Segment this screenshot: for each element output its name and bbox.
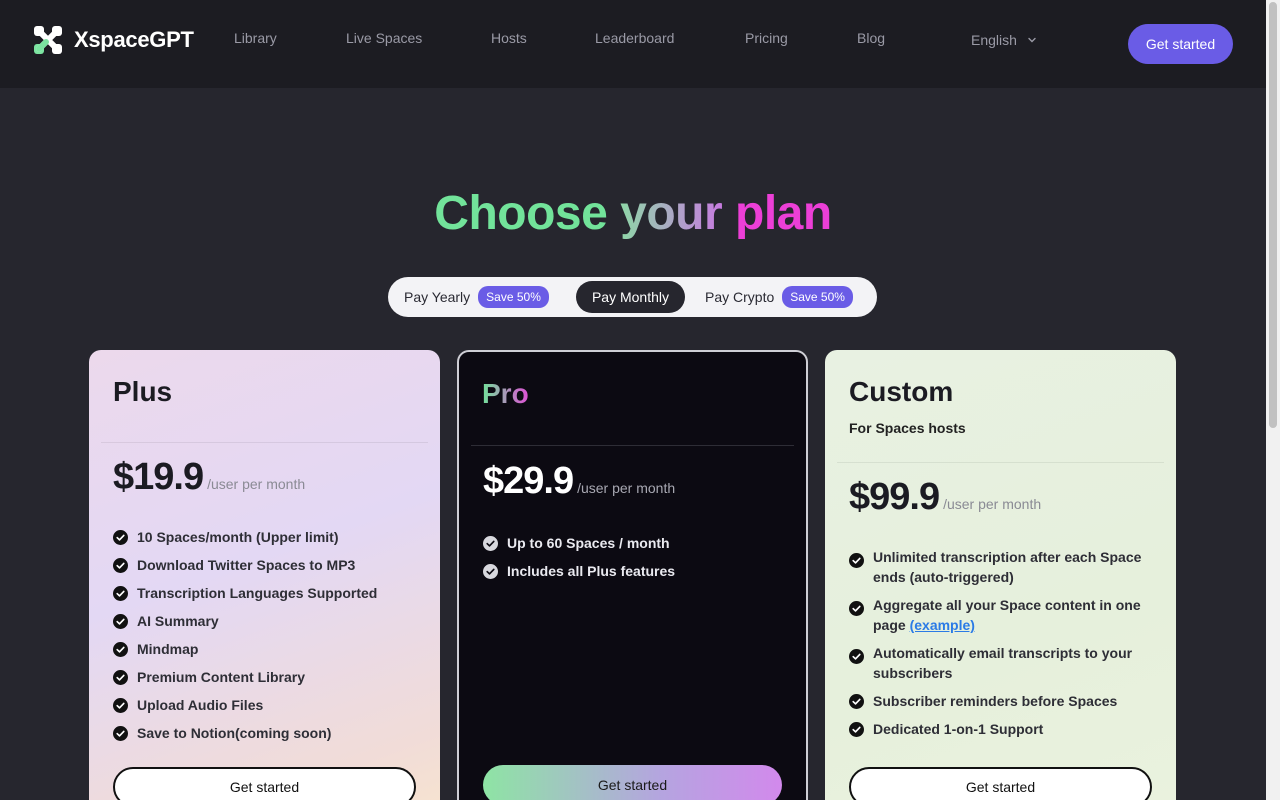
- feature-list: 10 Spaces/month (Upper limit) Download T…: [113, 527, 420, 751]
- pro-get-started-button[interactable]: Get started: [483, 765, 782, 800]
- feature-item: Premium Content Library: [113, 667, 420, 687]
- check-circle-icon: [849, 553, 864, 568]
- toggle-pay-crypto-label: Pay Crypto: [705, 289, 775, 305]
- chevron-down-icon: [1028, 37, 1036, 43]
- feature-item: Upload Audio Files: [113, 695, 420, 715]
- feature-text: Save to Notion(coming soon): [137, 725, 332, 741]
- feature-item: 10 Spaces/month (Upper limit): [113, 527, 420, 547]
- feature-item: Transcription Languages Supported: [113, 583, 420, 603]
- feature-text: Subscriber reminders before Spaces: [873, 693, 1118, 709]
- nav-live-spaces[interactable]: Live Spaces: [346, 30, 422, 46]
- title-word-choose: Choose: [434, 187, 608, 240]
- page-scrollbar-thumb[interactable]: [1269, 2, 1277, 428]
- nav-leaderboard[interactable]: Leaderboard: [595, 30, 674, 46]
- check-circle-icon: [113, 642, 128, 657]
- feature-list: Up to 60 Spaces / month Includes all Plu…: [483, 533, 786, 589]
- example-link[interactable]: (example): [910, 617, 975, 633]
- plan-name: Pro: [482, 378, 529, 409]
- feature-item: Subscriber reminders before Spaces: [849, 691, 1150, 711]
- nav-blog[interactable]: Blog: [857, 30, 885, 46]
- nav-library[interactable]: Library: [234, 30, 277, 46]
- card-divider: [837, 462, 1164, 463]
- check-circle-icon: [849, 649, 864, 664]
- title-word-plan: plan: [735, 187, 832, 240]
- check-circle-icon: [113, 726, 128, 741]
- header-get-started-button[interactable]: Get started: [1128, 24, 1233, 64]
- brand-logo[interactable]: XspaceGPT: [34, 26, 194, 54]
- feature-item: Mindmap: [113, 639, 420, 659]
- plan-name: Custom: [849, 376, 954, 407]
- toggle-pay-yearly-label: Pay Yearly: [404, 289, 471, 305]
- feature-item: Includes all Plus features: [483, 561, 786, 581]
- feature-text: 10 Spaces/month (Upper limit): [137, 529, 339, 545]
- billing-toggle: Pay Yearly Save 50% Pay Monthly Pay Cryp…: [388, 277, 877, 317]
- nav-hosts[interactable]: Hosts: [491, 30, 527, 46]
- card-divider: [471, 445, 794, 446]
- xspace-logo-icon: [34, 26, 62, 54]
- check-circle-icon: [849, 601, 864, 616]
- nav-pricing[interactable]: Pricing: [745, 30, 788, 46]
- check-circle-icon: [113, 698, 128, 713]
- feature-item: Dedicated 1-on-1 Support: [849, 719, 1150, 739]
- price-period: /user per month: [577, 480, 676, 496]
- feature-item: Download Twitter Spaces to MP3: [113, 555, 420, 575]
- check-circle-icon: [849, 722, 864, 737]
- language-label: English: [971, 32, 1017, 48]
- plan-card-custom: Custom For Spaces hosts $99.9 /user per …: [825, 350, 1176, 800]
- plan-name: Plus: [113, 376, 173, 407]
- feature-text: Up to 60 Spaces / month: [507, 535, 670, 551]
- plan-subtitle: For Spaces hosts: [849, 420, 966, 436]
- feature-text: Unlimited transcription after each Space…: [873, 549, 1142, 585]
- check-circle-icon: [113, 530, 128, 545]
- toggle-pay-monthly[interactable]: Pay Monthly: [576, 281, 685, 313]
- feature-list: Unlimited transcription after each Space…: [849, 547, 1150, 747]
- toggle-pay-monthly-label: Pay Monthly: [591, 289, 670, 305]
- plan-price: $19.9 /user per month: [113, 456, 305, 499]
- price-amount: $29.9: [483, 460, 574, 502]
- feature-text: Aggregate all your Space content in one …: [873, 595, 1150, 635]
- card-divider: [101, 442, 428, 443]
- feature-item: Save to Notion(coming soon): [113, 723, 420, 743]
- check-circle-icon: [849, 694, 864, 709]
- feature-text: Transcription Languages Supported: [137, 585, 378, 601]
- price-period: /user per month: [207, 476, 306, 492]
- plan-price: $29.9 /user per month: [483, 460, 675, 503]
- check-circle-icon: [483, 564, 498, 579]
- feature-item: AI Summary: [113, 611, 420, 631]
- check-circle-icon: [113, 614, 128, 629]
- plan-card-plus: Plus $19.9 /user per month 10 Spaces/mon…: [89, 350, 440, 800]
- price-period: /user per month: [943, 496, 1042, 512]
- feature-text: Download Twitter Spaces to MP3: [137, 557, 356, 573]
- language-selector[interactable]: English: [971, 32, 1037, 48]
- crypto-save-badge: Save 50%: [782, 286, 853, 308]
- feature-item: Unlimited transcription after each Space…: [849, 547, 1150, 587]
- plan-card-pro: Pro $29.9 /user per month Up to 60 Space…: [457, 350, 808, 800]
- plus-get-started-button[interactable]: Get started: [113, 767, 416, 800]
- check-circle-icon: [483, 536, 498, 551]
- feature-item: Automatically email transcripts to your …: [849, 643, 1150, 683]
- top-header: XspaceGPT Library Live Spaces Hosts Lead…: [0, 0, 1266, 88]
- custom-get-started-button[interactable]: Get started: [849, 767, 1152, 800]
- page-title: Choose your plan: [0, 186, 1266, 241]
- feature-text: Dedicated 1-on-1 Support: [873, 721, 1044, 737]
- feature-text: Includes all Plus features: [507, 563, 676, 579]
- check-circle-icon: [113, 586, 128, 601]
- brand-name: XspaceGPT: [74, 27, 194, 52]
- yearly-save-badge: Save 50%: [478, 286, 549, 308]
- plan-price: $99.9 /user per month: [849, 476, 1041, 519]
- toggle-pay-yearly[interactable]: Pay Yearly Save 50%: [404, 281, 549, 313]
- title-word-your: your: [620, 187, 723, 240]
- feature-text: Upload Audio Files: [137, 697, 264, 713]
- toggle-pay-crypto[interactable]: Pay Crypto Save 50%: [705, 281, 853, 313]
- feature-item: Up to 60 Spaces / month: [483, 533, 786, 553]
- feature-text: Premium Content Library: [137, 669, 306, 685]
- feature-text: AI Summary: [137, 613, 219, 629]
- feature-item: Aggregate all your Space content in one …: [849, 595, 1150, 635]
- price-amount: $99.9: [849, 476, 940, 518]
- feature-text: Automatically email transcripts to your …: [873, 645, 1133, 681]
- feature-text: Mindmap: [137, 641, 199, 657]
- check-circle-icon: [113, 670, 128, 685]
- price-amount: $19.9: [113, 456, 204, 498]
- check-circle-icon: [113, 558, 128, 573]
